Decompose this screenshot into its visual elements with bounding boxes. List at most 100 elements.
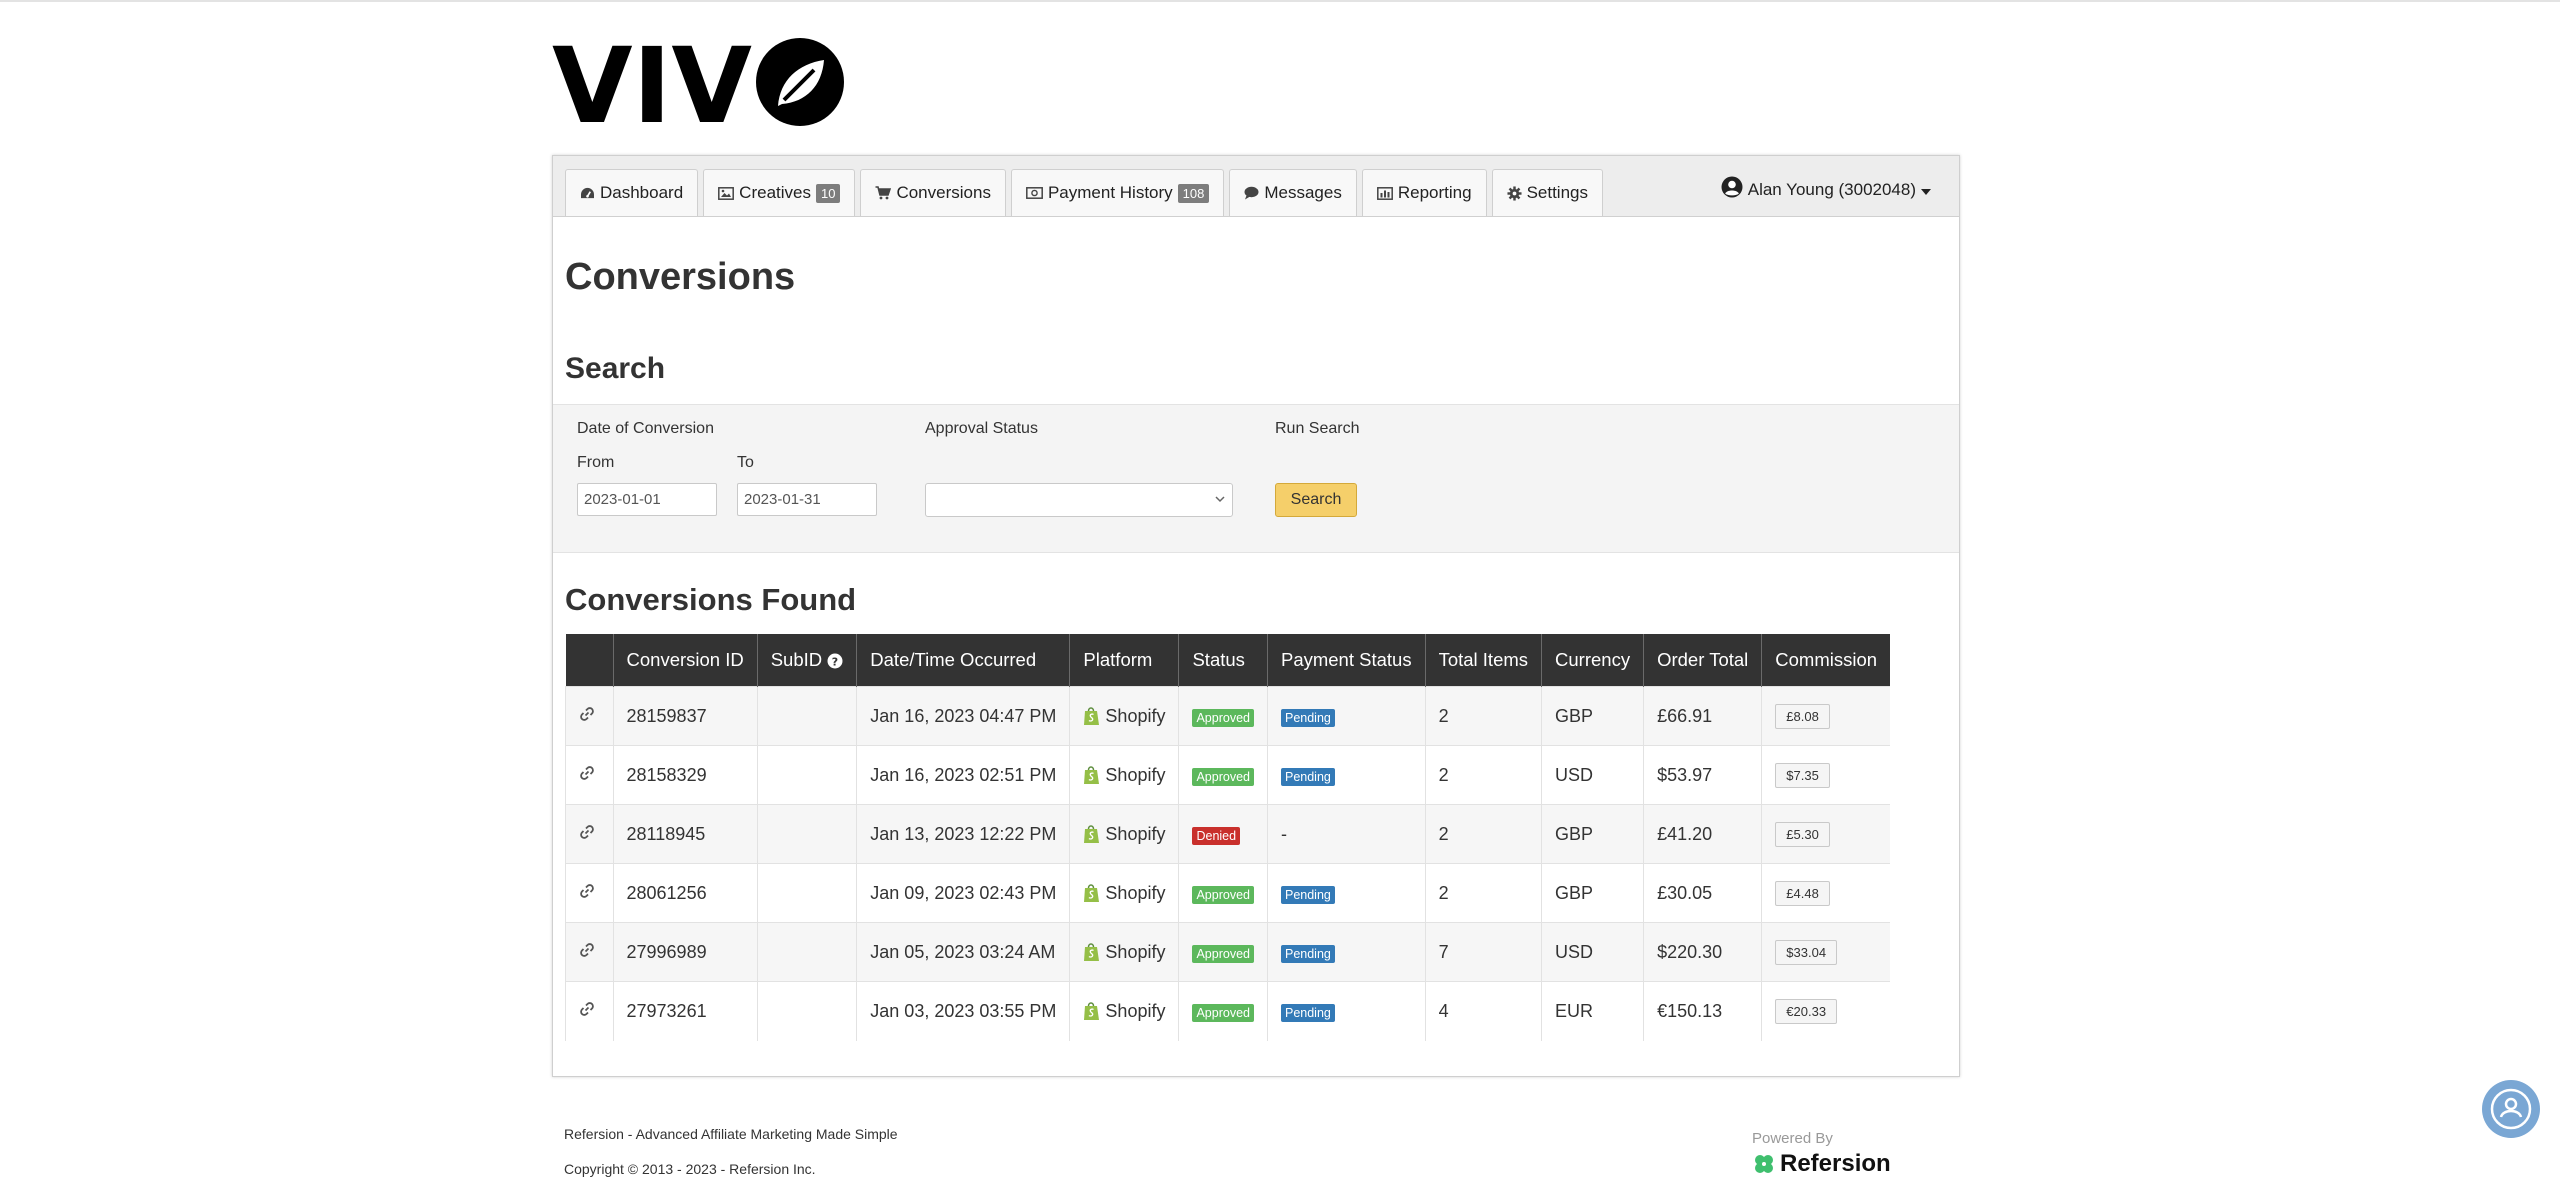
column-header-total-items: Total Items: [1424, 634, 1542, 687]
approval-status-label: Approval Status: [925, 420, 1038, 437]
date-cell: Jan 09, 2023 02:43 PM: [856, 863, 1070, 923]
refersion-logo[interactable]: Refersion: [1752, 1150, 1891, 1178]
link-cell: [565, 745, 613, 805]
total-items-cell: 2: [1424, 745, 1542, 805]
subid-cell: [756, 863, 857, 923]
shopify-icon: [1083, 706, 1101, 726]
tab-dashboard[interactable]: Dashboard: [565, 169, 699, 216]
search-button[interactable]: Search: [1275, 483, 1357, 517]
conversion-id-cell: 27973261: [612, 981, 758, 1041]
platform-cell: Shopify: [1069, 745, 1179, 805]
svg-text:?: ?: [832, 656, 838, 669]
to-date-input[interactable]: [737, 483, 877, 516]
payment-status-badge: Pending: [1280, 885, 1335, 904]
commission-button[interactable]: $33.04: [1775, 939, 1838, 965]
dashboard-icon: [580, 187, 595, 200]
user-menu[interactable]: Alan Young (3002048): [1721, 176, 1931, 203]
platform-cell: Shopify: [1069, 981, 1179, 1041]
powered-by-label: Powered By: [1752, 1130, 1833, 1147]
commission-button[interactable]: $7.35: [1775, 762, 1830, 788]
commission-button[interactable]: £4.48: [1775, 880, 1830, 906]
payment-status-badge: Pending: [1280, 767, 1335, 786]
status-badge: Approved: [1192, 708, 1254, 727]
tab-label: Creatives: [739, 183, 811, 202]
status-cell: Approved: [1178, 686, 1268, 746]
chat-support-icon[interactable]: [2482, 1080, 2540, 1138]
link-icon[interactable]: [579, 765, 595, 781]
cart-icon: [875, 186, 892, 200]
table-row: 27996989 Jan 05, 2023 03:24 AM Shopify Appr…: [565, 922, 1891, 982]
total-items-cell: 2: [1424, 863, 1542, 923]
status-badge: Approved: [1192, 1003, 1254, 1022]
clover-icon: [1752, 1152, 1776, 1176]
table-row: 28159837 Jan 16, 2023 04:47 PM Shopify Appr…: [565, 686, 1891, 746]
creatives-count-badge: 10: [815, 183, 841, 203]
payment-status-badge: Pending: [1280, 708, 1335, 727]
help-icon[interactable]: ?: [827, 653, 843, 669]
platform-name: Shopify: [1105, 882, 1166, 903]
navbar: Dashboard Creatives 10 Conversions Payme…: [553, 156, 1959, 217]
currency-cell: GBP: [1541, 804, 1644, 864]
status-badge: Approved: [1192, 944, 1254, 963]
order-total-cell: £66.91: [1643, 686, 1762, 746]
subid-cell: [756, 745, 857, 805]
chat-icon: [1244, 186, 1259, 200]
results-heading: Conversions Found: [565, 582, 857, 617]
table-row: 27973261 Jan 03, 2023 03:55 PM Shopify Appr…: [565, 981, 1891, 1041]
total-items-cell: 7: [1424, 922, 1542, 982]
link-icon[interactable]: [579, 883, 595, 899]
table-row: 28158329 Jan 16, 2023 02:51 PM Shopify Appr…: [565, 745, 1891, 805]
order-total-cell: $220.30: [1643, 922, 1762, 982]
tab-label: Conversions: [896, 183, 991, 202]
platform-name: Shopify: [1105, 823, 1166, 844]
date-cell: Jan 13, 2023 12:22 PM: [856, 804, 1070, 864]
subid-cell: [756, 686, 857, 746]
tab-creatives[interactable]: Creatives 10: [703, 169, 856, 216]
conversion-id-cell: 28061256: [612, 863, 758, 923]
approval-status-select[interactable]: [925, 483, 1233, 517]
column-header-platform: Platform: [1069, 634, 1179, 687]
commission-cell: $7.35: [1761, 745, 1891, 805]
from-date-input[interactable]: [577, 483, 717, 516]
link-icon[interactable]: [579, 1001, 595, 1017]
footer-tagline: Refersion - Advanced Affiliate Marketing…: [564, 1126, 898, 1142]
tab-reporting[interactable]: Reporting: [1361, 169, 1487, 216]
currency-cell: USD: [1541, 922, 1644, 982]
column-header-commission: Commission: [1761, 634, 1891, 687]
commission-button[interactable]: £5.30: [1775, 821, 1830, 847]
link-icon[interactable]: [579, 824, 595, 840]
tab-messages[interactable]: Messages: [1229, 169, 1357, 216]
link-icon[interactable]: [579, 942, 595, 958]
payment-status-cell: Pending: [1266, 863, 1426, 923]
total-items-cell: 2: [1424, 686, 1542, 746]
bar-chart-icon: [1376, 186, 1393, 200]
commission-button[interactable]: €20.33: [1775, 998, 1838, 1024]
column-header-link: [565, 634, 613, 687]
status-badge: Denied: [1192, 826, 1241, 845]
status-cell: Approved: [1178, 745, 1268, 805]
tab-payment-history[interactable]: Payment History 108: [1010, 169, 1225, 216]
platform-name: Shopify: [1105, 705, 1166, 726]
currency-cell: GBP: [1541, 863, 1644, 923]
column-header-order-total: Order Total: [1643, 634, 1762, 687]
payment-status-badge: Pending: [1280, 1003, 1335, 1022]
platform-name: Shopify: [1105, 941, 1166, 962]
gear-icon: [1507, 185, 1522, 201]
status-badge: Approved: [1192, 885, 1254, 904]
search-form: Date of Conversion From To Approval Stat…: [553, 404, 1959, 553]
link-icon[interactable]: [579, 706, 595, 722]
date-cell: Jan 16, 2023 04:47 PM: [856, 686, 1070, 746]
money-icon: [1026, 187, 1043, 199]
commission-button[interactable]: £8.08: [1775, 703, 1830, 729]
caret-down-icon: [1921, 180, 1931, 200]
image-icon: [718, 186, 735, 200]
tab-settings[interactable]: Settings: [1491, 169, 1603, 216]
tab-conversions[interactable]: Conversions: [860, 169, 1006, 216]
tab-label: Reporting: [1397, 183, 1472, 202]
shopify-icon: [1083, 883, 1101, 903]
conversion-id-cell: 28158329: [612, 745, 758, 805]
commission-cell: €20.33: [1761, 981, 1891, 1041]
payment-status-cell: Pending: [1266, 745, 1426, 805]
subid-header-label: SubID: [770, 649, 823, 670]
payment-status-text: -: [1280, 823, 1287, 844]
